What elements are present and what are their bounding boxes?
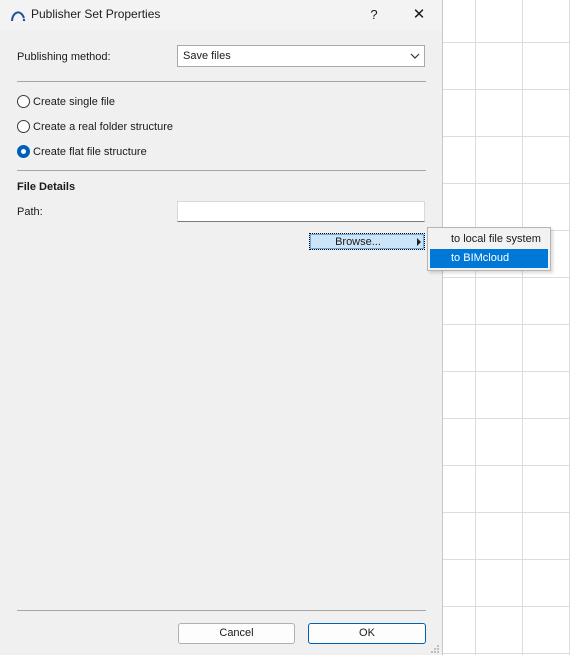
radio-flat-file[interactable] xyxy=(17,145,30,158)
divider xyxy=(17,610,426,611)
publishing-method-select[interactable]: Save files xyxy=(177,45,425,67)
ok-button[interactable]: OK xyxy=(308,623,426,644)
dialog-title: Publisher Set Properties xyxy=(31,7,161,21)
radio-single-file-label: Create single file xyxy=(33,96,115,108)
radio-real-folder[interactable] xyxy=(17,120,30,133)
radio-single-file[interactable] xyxy=(17,95,30,108)
publishing-method-label: Publishing method: xyxy=(17,51,111,63)
resize-grip-icon[interactable] xyxy=(429,643,440,654)
title-bar[interactable]: Publisher Set Properties ? ✕ xyxy=(0,0,442,30)
browse-button[interactable]: Browse... xyxy=(309,233,425,250)
menu-item-bimcloud[interactable]: to BIMcloud xyxy=(430,249,548,268)
browse-submenu: to local file system to BIMcloud xyxy=(427,227,551,271)
submenu-arrow-icon xyxy=(417,238,421,246)
path-label: Path: xyxy=(17,206,43,218)
publishing-method-value: Save files xyxy=(183,50,231,62)
publisher-set-properties-dialog: Publisher Set Properties ? ✕ Publishing … xyxy=(0,0,443,655)
path-input[interactable] xyxy=(177,201,425,222)
menu-item-local-file-system[interactable]: to local file system xyxy=(430,230,548,249)
chevron-down-icon xyxy=(410,53,420,59)
radio-flat-file-label: Create flat file structure xyxy=(33,146,147,158)
divider xyxy=(17,170,426,171)
browse-button-label: Browse... xyxy=(335,236,381,248)
file-details-heading: File Details xyxy=(17,181,76,193)
cancel-button[interactable]: Cancel xyxy=(178,623,295,644)
divider xyxy=(17,81,426,82)
radio-real-folder-label: Create a real folder structure xyxy=(33,121,174,133)
help-button[interactable]: ? xyxy=(365,4,383,26)
close-button[interactable]: ✕ xyxy=(405,4,433,26)
archicad-arc-icon xyxy=(11,11,26,22)
